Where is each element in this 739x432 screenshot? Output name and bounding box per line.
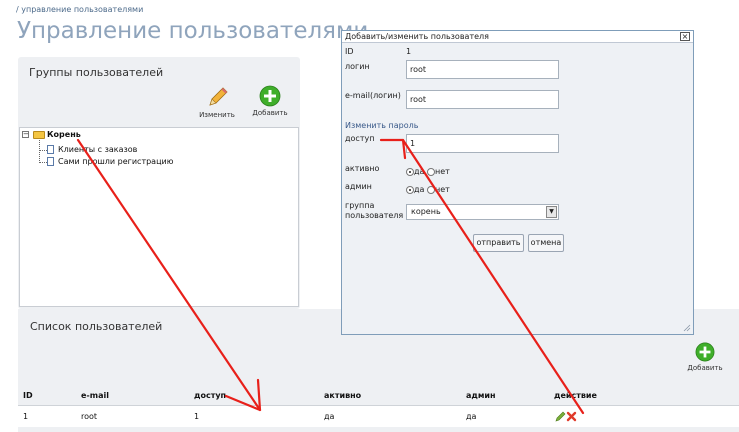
id-label: ID — [345, 47, 354, 56]
login-label: логин — [345, 62, 370, 71]
cell-admin: да — [461, 405, 549, 427]
edit-group-label: Изменить — [199, 111, 235, 119]
cell-active: да — [319, 405, 461, 427]
active-yes-label: да — [414, 167, 425, 176]
group-select-value: корень — [411, 207, 441, 216]
group-tree: − Корень Клиенты с заказов Сами прошли р… — [19, 127, 299, 307]
add-user-button[interactable]: Добавить — [685, 342, 725, 372]
active-radio-group: да нет — [406, 167, 450, 176]
page-title: Управление пользователями — [17, 18, 369, 44]
users-panel-title: Список пользователей — [30, 320, 163, 333]
close-icon[interactable]: × — [680, 32, 690, 41]
chevron-down-icon[interactable]: ▼ — [546, 206, 557, 218]
email-label: e-mail(логин) — [345, 91, 401, 100]
folder-icon — [33, 131, 45, 139]
users-table: ID e-mail доступ активно админ действие … — [18, 387, 739, 427]
collapse-toggle[interactable]: − — [22, 131, 29, 138]
dialog-title: Добавить/изменить пользователя — [345, 32, 489, 41]
email-input[interactable] — [406, 90, 559, 109]
cell-email: root — [76, 405, 189, 427]
groups-panel: Группы пользователей Изменить Добавить −… — [18, 57, 300, 309]
document-icon — [47, 157, 54, 166]
resize-grip-icon[interactable] — [683, 324, 691, 332]
cell-actions — [549, 405, 739, 427]
admin-label: админ — [345, 182, 372, 191]
table-row[interactable]: 1 root 1 да да — [18, 405, 739, 427]
edit-group-button[interactable]: Изменить — [197, 85, 237, 119]
cancel-button[interactable]: отмена — [528, 234, 564, 252]
add-icon — [695, 342, 715, 362]
tree-connector — [39, 162, 47, 163]
edit-user-dialog: Добавить/изменить пользователя × ID 1 ло… — [341, 30, 694, 335]
dialog-header[interactable]: Добавить/изменить пользователя × — [342, 31, 693, 43]
column-header-access[interactable]: доступ — [189, 387, 319, 406]
breadcrumb[interactable]: / управление пользователями — [16, 5, 143, 14]
admin-radio-group: да нет — [406, 185, 450, 194]
cell-access: 1 — [189, 405, 319, 427]
group-label: группа — [345, 201, 375, 210]
add-group-label: Добавить — [252, 109, 288, 117]
add-group-button[interactable]: Добавить — [250, 85, 290, 117]
document-icon — [47, 145, 54, 154]
active-label: активно — [345, 164, 380, 173]
tree-item-group[interactable]: Клиенты с заказов — [58, 145, 137, 154]
column-header-action[interactable]: действие — [549, 387, 739, 406]
admin-no-radio[interactable] — [426, 185, 435, 194]
edit-user-icon[interactable] — [555, 411, 566, 422]
table-header-row: ID e-mail доступ активно админ действие — [18, 387, 739, 406]
admin-no-label: нет — [434, 185, 450, 194]
id-value: 1 — [406, 47, 412, 56]
pencil-icon — [209, 87, 228, 106]
tree-connector — [39, 140, 40, 163]
login-input[interactable] — [406, 60, 559, 79]
admin-yes-radio[interactable] — [406, 185, 414, 194]
tree-connector — [39, 150, 47, 151]
column-header-active[interactable]: активно — [319, 387, 461, 406]
tree-item-group[interactable]: Сами прошли регистрацию — [58, 157, 173, 166]
admin-yes-label: да — [414, 185, 425, 194]
tree-item-root[interactable]: Корень — [47, 130, 81, 139]
submit-button[interactable]: отправить — [473, 234, 524, 252]
active-no-label: нет — [434, 167, 450, 176]
active-no-radio[interactable] — [426, 167, 435, 176]
access-label: доступ — [345, 134, 375, 143]
change-password-link[interactable]: Изменить пароль — [345, 121, 418, 130]
active-yes-radio[interactable] — [406, 167, 414, 176]
column-header-email[interactable]: e-mail — [76, 387, 189, 406]
access-input[interactable] — [406, 134, 559, 153]
delete-user-icon[interactable] — [566, 411, 577, 422]
column-header-admin[interactable]: админ — [461, 387, 549, 406]
group-label-line2: пользователя — [345, 211, 404, 220]
groups-panel-title: Группы пользователей — [29, 66, 164, 79]
add-icon — [259, 85, 281, 107]
add-user-label: Добавить — [687, 364, 723, 372]
group-select[interactable]: корень ▼ — [406, 204, 559, 220]
column-header-id[interactable]: ID — [18, 387, 76, 406]
cell-id: 1 — [18, 405, 76, 427]
